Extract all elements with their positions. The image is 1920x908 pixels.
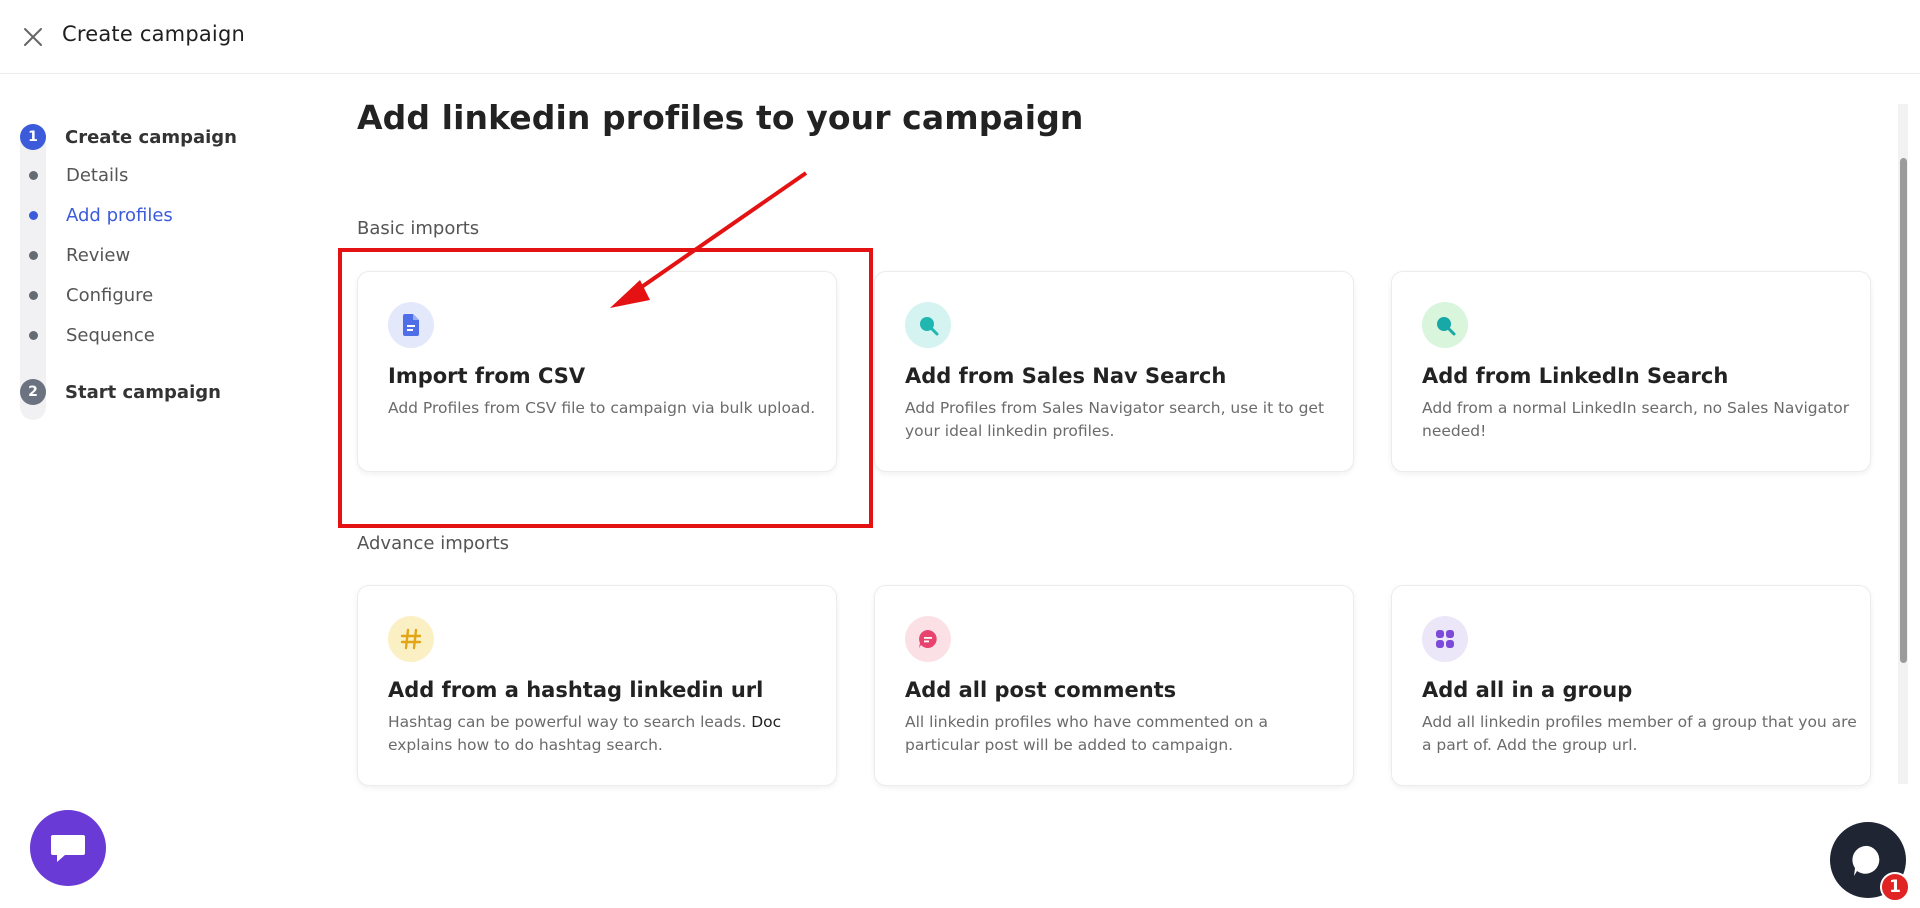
step-dot <box>29 291 38 300</box>
substep-details[interactable]: Details <box>29 165 128 186</box>
close-icon[interactable] <box>22 26 44 48</box>
post-comments-card[interactable]: Add all post comments All linkedin profi… <box>874 585 1354 786</box>
hashtag-icon <box>388 616 434 662</box>
comment-icon <box>905 616 951 662</box>
notification-badge: 1 <box>1880 872 1910 902</box>
desc-text: Hashtag can be powerful way to search le… <box>388 713 747 731</box>
card-description: All linkedin profiles who have commented… <box>905 713 1268 754</box>
step-start-campaign[interactable]: 2 Start campaign <box>20 379 221 405</box>
substep-label: Add profiles <box>66 205 173 226</box>
substep-add-profiles[interactable]: Add profiles <box>29 205 173 226</box>
doc-link[interactable]: Doc <box>751 713 781 731</box>
substep-label: Configure <box>66 285 154 306</box>
card-title: Add all in a group <box>1422 678 1633 702</box>
step-label: Create campaign <box>65 126 237 148</box>
chat-widget-button[interactable] <box>30 810 106 886</box>
advance-imports-label: Advance imports <box>357 533 510 554</box>
step-number: 1 <box>20 124 46 150</box>
card-title: Add all post comments <box>905 678 1177 702</box>
hashtag-url-card[interactable]: Add from a hashtag linkedin url Hashtag … <box>357 585 837 786</box>
page-title: Add linkedin profiles to your campaign <box>357 98 1084 137</box>
header-title: Create campaign <box>62 22 245 46</box>
search-icon <box>905 302 951 348</box>
scrollbar-thumb[interactable] <box>1900 158 1907 663</box>
card-title: Add from a hashtag linkedin url <box>388 678 764 702</box>
step-dot <box>29 171 38 180</box>
step-label: Start campaign <box>65 381 221 403</box>
top-bar: Create campaign <box>0 0 1920 74</box>
substep-label: Review <box>66 245 131 266</box>
step-create-campaign[interactable]: 1 Create campaign <box>20 124 237 150</box>
substep-sequence[interactable]: Sequence <box>29 325 155 346</box>
annotation-highlight-box <box>338 248 873 528</box>
group-card[interactable]: Add all in a group Add all linkedin prof… <box>1391 585 1871 786</box>
step-dot <box>29 331 38 340</box>
desc-text: explains how to do hashtag search. <box>388 736 663 754</box>
sales-nav-search-card[interactable]: Add from Sales Nav Search Add Profiles f… <box>874 271 1354 472</box>
basic-imports-label: Basic imports <box>357 218 480 239</box>
linkedin-search-card[interactable]: Add from LinkedIn Search Add from a norm… <box>1391 271 1871 472</box>
card-description: Add from a normal LinkedIn search, no Sa… <box>1422 399 1850 440</box>
substep-configure[interactable]: Configure <box>29 285 153 306</box>
substep-label: Details <box>66 165 129 186</box>
card-title: Add from LinkedIn Search <box>1422 364 1729 388</box>
card-description: Add all linkedin profiles member of a gr… <box>1422 713 1857 754</box>
step-dot <box>29 251 38 260</box>
card-description: Add Profiles from Sales Navigator search… <box>905 399 1325 440</box>
substep-label: Sequence <box>66 325 155 346</box>
search-icon <box>1422 302 1468 348</box>
step-number: 2 <box>20 379 46 405</box>
group-icon <box>1422 616 1468 662</box>
step-dot <box>29 211 38 220</box>
substep-review[interactable]: Review <box>29 245 130 266</box>
card-title: Add from Sales Nav Search <box>905 364 1227 388</box>
card-description: Hashtag can be powerful way to search le… <box>388 711 828 757</box>
